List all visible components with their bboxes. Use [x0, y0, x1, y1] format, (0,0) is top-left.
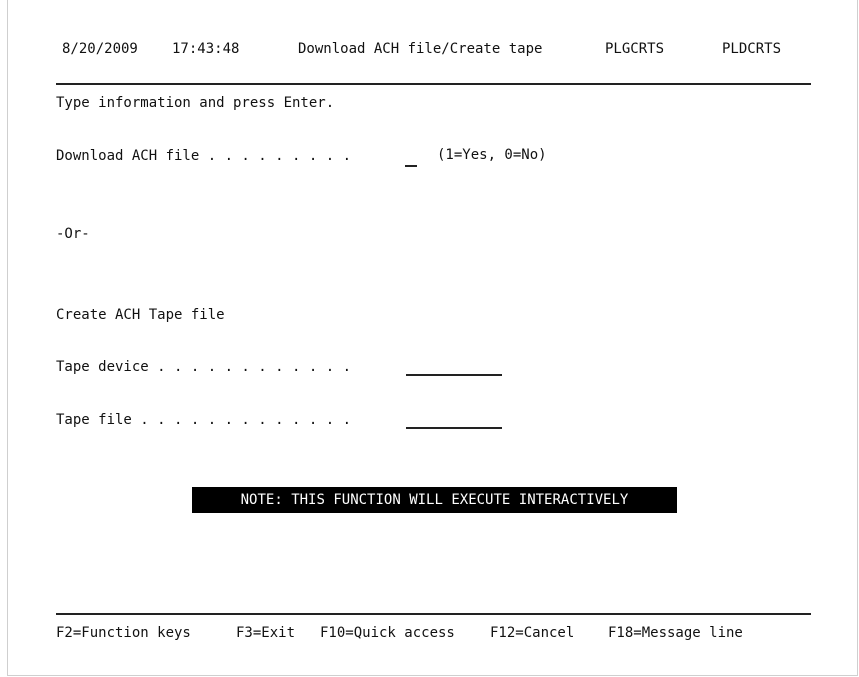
download-ach-hint: (1=Yes, 0=No)	[437, 147, 547, 163]
tape-device-label: Tape device . . . . . . . . . . . .	[56, 359, 352, 375]
tape-device-input[interactable]	[406, 356, 502, 376]
screen-title: Download ACH file/Create tape	[298, 41, 543, 57]
tape-file-label: Tape file . . . . . . . . . . . . .	[56, 412, 352, 428]
instruction-text: Type information and press Enter.	[56, 95, 335, 111]
header-time: 17:43:48	[172, 41, 240, 57]
download-ach-label: Download ACH file . . . . . . . . .	[56, 148, 352, 164]
header-date: 8/20/2009	[62, 41, 138, 57]
f12-cancel[interactable]: F12=Cancel	[490, 624, 574, 642]
header-divider	[56, 83, 811, 85]
download-ach-input[interactable]	[405, 147, 417, 167]
f18-message-line[interactable]: F18=Message line	[608, 624, 743, 642]
f2-function-keys[interactable]: F2=Function keys	[56, 624, 191, 642]
create-tape-heading: Create ACH Tape file	[56, 307, 225, 323]
f10-quick-access[interactable]: F10=Quick access	[320, 624, 455, 642]
or-separator: -Or-	[56, 226, 90, 242]
footer-divider	[56, 613, 811, 615]
tape-file-input[interactable]	[406, 409, 502, 429]
interactive-note: NOTE: THIS FUNCTION WILL EXECUTE INTERAC…	[192, 487, 677, 513]
program-id-2: PLDCRTS	[722, 41, 782, 57]
f3-exit[interactable]: F3=Exit	[236, 624, 295, 642]
program-id-1: PLGCRTS	[605, 41, 665, 57]
